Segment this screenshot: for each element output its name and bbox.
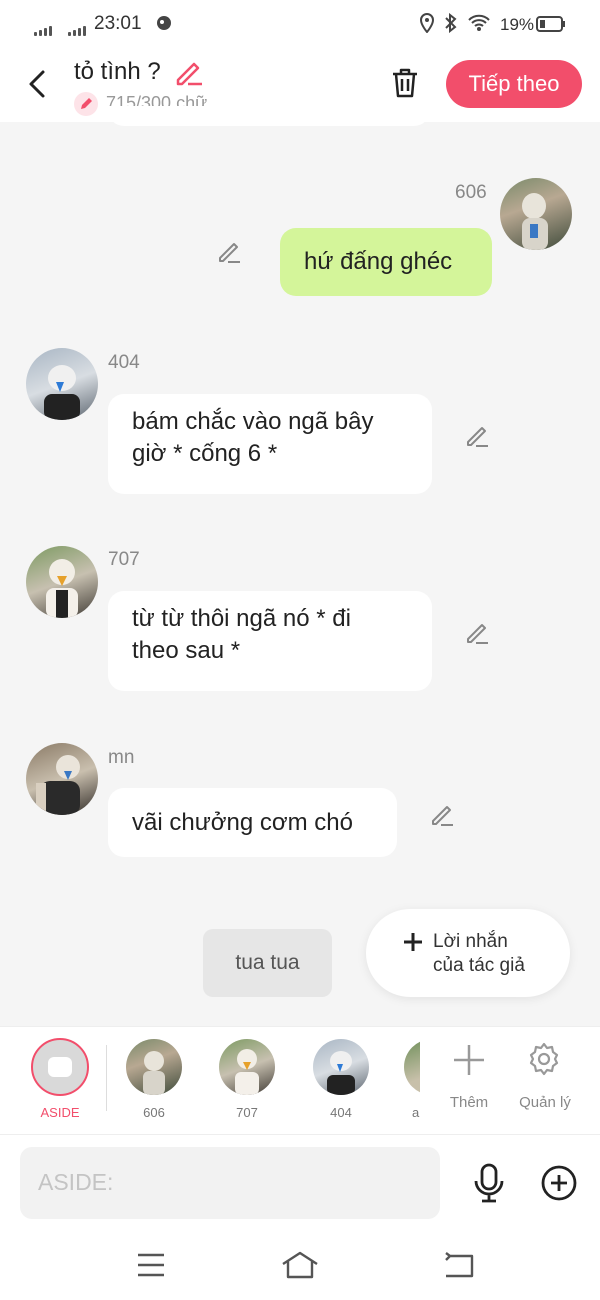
sender-name: 404 [108, 352, 140, 373]
character-avatar-707[interactable] [219, 1039, 275, 1095]
back-nav-icon[interactable] [442, 1252, 474, 1278]
message-line: theo sau * [132, 637, 241, 664]
author-note-button[interactable]: Lời nhắn của tác giả [366, 909, 570, 997]
app-notification-icon [156, 15, 172, 36]
narration-bubble[interactable]: tua tua [203, 929, 332, 997]
character-name-partial: a [412, 1105, 420, 1120]
character-avatar-404[interactable] [313, 1039, 369, 1095]
avatar-404[interactable] [26, 348, 98, 420]
character-avatar-partial[interactable] [404, 1039, 420, 1095]
aside-avatar[interactable] [31, 1038, 89, 1096]
status-time: 23:01 [94, 13, 142, 34]
home-icon[interactable] [280, 1250, 320, 1280]
page-title[interactable]: tỏ tình ? [74, 58, 161, 86]
avatar-707[interactable] [26, 546, 98, 618]
character-name: 606 [143, 1105, 165, 1120]
battery-percent: 19% [500, 15, 535, 34]
add-character-icon[interactable] [452, 1043, 486, 1077]
avatar-606[interactable] [500, 178, 572, 250]
menu-icon[interactable] [136, 1252, 166, 1278]
input-bar: ASIDE: [0, 1134, 600, 1231]
character-bar: ASIDE 606 707 404 a Thêm Quản lý [0, 1026, 600, 1135]
location-icon [419, 12, 435, 38]
system-nav-bar [0, 1230, 600, 1300]
manage-label[interactable]: Quản lý [510, 1094, 580, 1111]
back-icon[interactable] [26, 68, 50, 100]
pencil-icon[interactable] [216, 238, 242, 264]
avatar-mn[interactable] [26, 743, 98, 815]
next-button[interactable]: Tiếp theo [446, 60, 582, 108]
previous-message-bubble [108, 106, 430, 126]
pencil-icon[interactable] [464, 619, 490, 645]
message-line: bám chắc vào ngã bây [132, 408, 374, 435]
author-note-label: Lời nhắn của tác giả [433, 930, 525, 978]
message-bubble[interactable]: bám chắc vào ngã bây giờ * cống 6 * [108, 394, 432, 494]
status-bar: 23:01 19% [0, 0, 600, 48]
character-avatar-606[interactable] [126, 1039, 182, 1095]
chat-bubble-icon [48, 1057, 72, 1077]
character-name: 404 [330, 1105, 352, 1120]
wifi-icon [468, 14, 490, 37]
pencil-icon[interactable] [429, 801, 455, 827]
aside-label: ASIDE [40, 1105, 80, 1120]
message-line: từ từ thôi ngã nó * đi [132, 605, 351, 632]
sender-name: 707 [108, 549, 140, 570]
signal-icon [34, 18, 54, 36]
own-message-bubble[interactable]: hứ đấng ghéc [280, 228, 492, 296]
signal-icon-2 [68, 18, 88, 36]
battery-icon [536, 15, 566, 38]
mic-icon[interactable] [472, 1163, 506, 1203]
plus-icon [402, 931, 424, 953]
message-line: giờ * cống 6 * [132, 440, 278, 467]
message-input[interactable]: ASIDE: [20, 1147, 440, 1219]
message-bubble[interactable]: từ từ thôi ngã nó * đi theo sau * [108, 591, 432, 691]
trash-icon[interactable] [390, 66, 420, 100]
bluetooth-icon [442, 12, 460, 38]
word-count-edit-icon [74, 92, 98, 116]
author-note-line: của tác giả [433, 955, 525, 976]
gear-icon[interactable] [526, 1041, 562, 1077]
divider [106, 1045, 107, 1111]
add-character-label[interactable]: Thêm [439, 1094, 499, 1111]
edit-title-icon[interactable] [174, 58, 204, 86]
character-name: 707 [236, 1105, 258, 1120]
message-bubble[interactable]: vãi chưởng cơm chó [108, 788, 397, 857]
input-placeholder: ASIDE: [38, 1169, 114, 1195]
sender-name: 606 [455, 182, 487, 203]
author-note-line: Lời nhắn [433, 931, 508, 952]
pencil-icon[interactable] [464, 422, 490, 448]
add-circle-icon[interactable] [541, 1165, 577, 1201]
sender-name: mn [108, 747, 135, 768]
